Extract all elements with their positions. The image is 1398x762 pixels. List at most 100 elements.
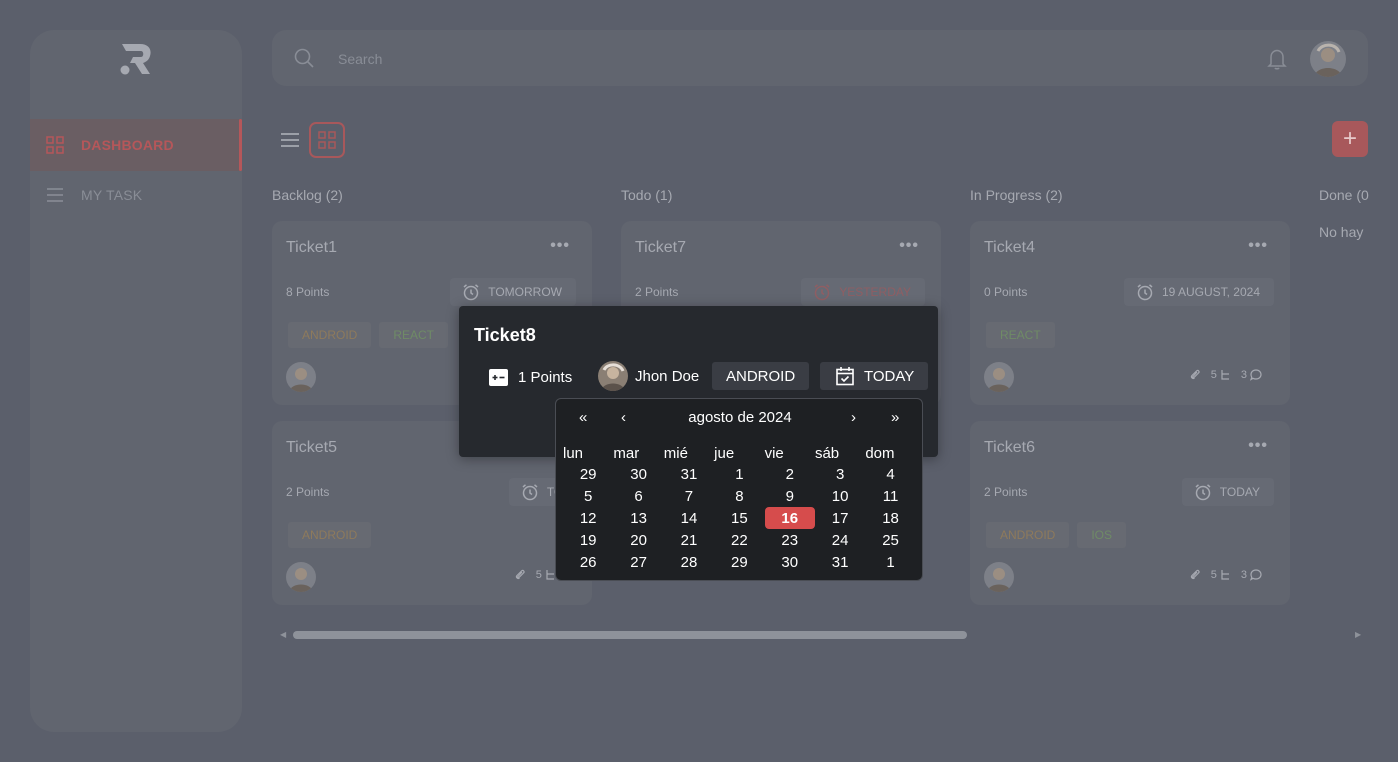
- scroll-left-icon[interactable]: ◀: [280, 630, 286, 639]
- scrollbar-thumb[interactable]: [293, 631, 967, 639]
- more-options-icon[interactable]: •••: [1248, 237, 1268, 255]
- more-options-icon[interactable]: •••: [550, 237, 570, 255]
- comment-icon: [1250, 569, 1262, 581]
- ticket-points: 2 Points: [635, 285, 679, 299]
- calendar-day[interactable]: 15: [714, 507, 764, 529]
- calendar-day[interactable]: 1: [714, 463, 764, 485]
- assignee-avatar: [984, 362, 1014, 392]
- column-title-done: Done (0: [1319, 187, 1369, 203]
- ticket-points: 0 Points: [984, 285, 1028, 299]
- calendar-day[interactable]: 4: [865, 463, 915, 485]
- calendar-day[interactable]: 12: [563, 507, 613, 529]
- assignee-avatar: [984, 562, 1014, 592]
- calendar-day[interactable]: 26: [563, 551, 613, 573]
- calendar-day[interactable]: 6: [613, 485, 663, 507]
- due-date-selector[interactable]: TODAY: [820, 362, 929, 390]
- empty-column-text: No hay: [1319, 224, 1364, 240]
- calendar-day[interactable]: 10: [815, 485, 865, 507]
- calendar-day[interactable]: 13: [613, 507, 663, 529]
- due-date-badge[interactable]: TODAY: [1181, 478, 1274, 506]
- tag-react: REACT: [986, 322, 1055, 348]
- weekday-label: lun: [563, 445, 584, 462]
- calendar-day[interactable]: 21: [664, 529, 714, 551]
- calendar-day[interactable]: 31: [664, 463, 714, 485]
- more-options-icon[interactable]: •••: [1248, 437, 1268, 455]
- ticket-card[interactable]: Ticket6 ••• 2 Points TODAY ANDROID IOS 5…: [970, 421, 1290, 605]
- calendar-day[interactable]: 28: [664, 551, 714, 573]
- due-date-label: TODAY: [1219, 485, 1260, 499]
- grid-icon: [46, 136, 64, 154]
- tag-list: ANDROID: [288, 522, 372, 548]
- calendar-day[interactable]: 22: [714, 529, 764, 551]
- ticket-meta: 5 3: [1189, 569, 1262, 581]
- calendar-month-label[interactable]: agosto de 2024: [556, 409, 924, 426]
- ticket-card[interactable]: Ticket4 ••• 0 Points 19 AUGUST, 2024 REA…: [970, 221, 1290, 405]
- points-selector[interactable]: 1 Points: [489, 366, 572, 388]
- prev-year-button[interactable]: «: [579, 409, 587, 426]
- attachment-icon: [1189, 569, 1201, 581]
- add-ticket-button[interactable]: +: [1332, 121, 1368, 157]
- calendar-day[interactable]: 29: [563, 463, 613, 485]
- calendar-day[interactable]: 8: [714, 485, 764, 507]
- ticket-title: Ticket7: [635, 239, 686, 256]
- alarm-clock-icon: [1136, 283, 1154, 301]
- due-date-badge[interactable]: TOMORROW: [450, 278, 576, 306]
- subtasks-count: 5: [536, 569, 556, 581]
- ticket-title: Ticket6: [984, 439, 1035, 456]
- calendar-day[interactable]: 30: [765, 551, 815, 573]
- prev-month-button[interactable]: ‹: [621, 409, 626, 426]
- sidebar-item-my-task[interactable]: MY TASK: [30, 169, 242, 221]
- weekday-label: vie: [764, 445, 784, 462]
- assignee-selector[interactable]: Jhon Doe: [598, 361, 699, 391]
- calendar-day[interactable]: 19: [563, 529, 613, 551]
- grid-view-button[interactable]: [309, 122, 345, 158]
- next-month-button[interactable]: ›: [851, 409, 856, 426]
- calendar-day[interactable]: 14: [664, 507, 714, 529]
- next-year-button[interactable]: »: [891, 409, 899, 426]
- calendar-day[interactable]: 24: [815, 529, 865, 551]
- attachment-icon: [514, 569, 526, 581]
- assignee-name: Jhon Doe: [635, 367, 700, 385]
- scroll-right-icon[interactable]: ▶: [1355, 630, 1361, 639]
- subtasks-count: 5: [1211, 369, 1231, 381]
- calendar-day[interactable]: 30: [613, 463, 663, 485]
- tag-list: REACT: [986, 322, 1055, 348]
- user-avatar[interactable]: [1310, 41, 1346, 77]
- calendar-day[interactable]: 2: [765, 463, 815, 485]
- tag-selector[interactable]: ANDROID: [712, 362, 810, 390]
- modal-title: Ticket8: [474, 325, 536, 345]
- sidebar-item-dashboard[interactable]: DASHBOARD: [30, 119, 242, 171]
- search-input[interactable]: [338, 48, 938, 70]
- points-label: 1 Points: [518, 368, 573, 386]
- alarm-clock-icon: [462, 283, 480, 301]
- due-date-badge[interactable]: 19 AUGUST, 2024: [1123, 278, 1274, 306]
- calendar-day[interactable]: 18: [865, 507, 915, 529]
- calendar-day[interactable]: 16: [764, 507, 815, 529]
- due-date-badge[interactable]: YESTERDAY: [801, 278, 925, 306]
- calendar-day[interactable]: 25: [865, 529, 915, 551]
- bell-icon[interactable]: [1267, 48, 1287, 75]
- calendar-check-icon: [835, 366, 855, 386]
- calendar-day[interactable]: 11: [865, 485, 915, 507]
- calendar-day[interactable]: 1: [865, 551, 915, 573]
- logo-icon[interactable]: [116, 40, 156, 80]
- calendar-day[interactable]: 7: [664, 485, 714, 507]
- top-bar: [272, 30, 1368, 86]
- calendar-day[interactable]: 20: [613, 529, 663, 551]
- calendar-day[interactable]: 9: [765, 485, 815, 507]
- calendar-day[interactable]: 23: [765, 529, 815, 551]
- calendar-day[interactable]: 31: [815, 551, 865, 573]
- plus-minus-icon: [489, 368, 508, 386]
- sidebar-item-label: DASHBOARD: [81, 137, 174, 153]
- subtask-icon: [1221, 370, 1229, 380]
- list-view-button[interactable]: [280, 130, 300, 150]
- calendar-day[interactable]: 29: [714, 551, 764, 573]
- calendar-day[interactable]: 5: [563, 485, 613, 507]
- subtask-icon: [1221, 570, 1229, 580]
- ticket-points: 2 Points: [286, 485, 330, 499]
- calendar-day[interactable]: 3: [815, 463, 865, 485]
- more-options-icon[interactable]: •••: [899, 237, 919, 255]
- calendar-day[interactable]: 17: [815, 507, 865, 529]
- weekday-label: dom: [865, 445, 895, 462]
- calendar-day[interactable]: 27: [613, 551, 663, 573]
